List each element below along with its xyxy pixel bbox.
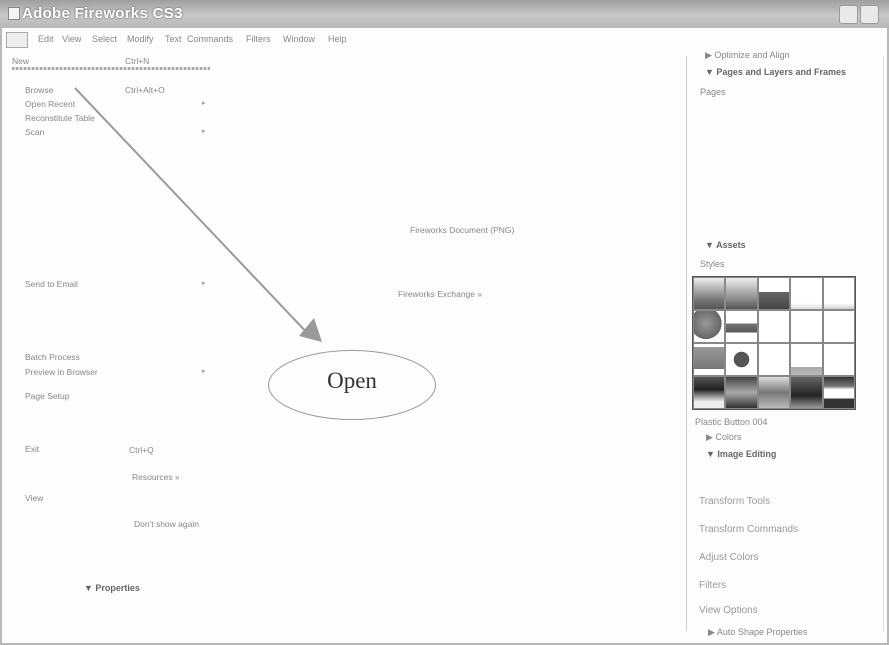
style-swatch[interactable] (822, 310, 855, 343)
style-swatch[interactable] (725, 310, 758, 343)
arrowhead-icon (299, 318, 322, 342)
style-swatch[interactable] (790, 343, 823, 376)
assets-panel-header[interactable]: ▼ Assets (705, 240, 746, 250)
style-swatch[interactable] (725, 343, 758, 376)
view-options-item[interactable]: View Options (699, 605, 758, 616)
style-swatch[interactable] (790, 376, 823, 409)
styles-grid (692, 276, 856, 410)
open-annotation-label: Open (327, 368, 377, 393)
style-swatch[interactable] (757, 277, 791, 310)
style-swatch[interactable] (757, 310, 791, 343)
colors-panel-header[interactable]: ▶ Colors (706, 432, 741, 443)
style-swatch[interactable] (790, 277, 823, 310)
style-swatch[interactable] (757, 376, 791, 409)
filters-item[interactable]: Filters (699, 580, 726, 591)
style-swatch[interactable] (725, 277, 758, 310)
selected-style-name: Plastic Button 004 (695, 417, 768, 427)
panel-divider (686, 56, 687, 631)
style-swatch[interactable] (790, 310, 823, 343)
pages-layers-frames-panel[interactable]: ▼ Pages and Layers and Frames (705, 67, 846, 77)
auto-shape-properties-panel[interactable]: ▶ Auto Shape Properties (708, 627, 807, 638)
adjust-colors-item[interactable]: Adjust Colors (699, 552, 758, 563)
styles-tab[interactable]: Styles (700, 259, 725, 269)
pages-tab[interactable]: Pages (700, 87, 726, 97)
transform-commands-item[interactable]: Transform Commands (699, 524, 798, 535)
style-swatch[interactable] (693, 376, 726, 409)
style-swatch[interactable] (693, 277, 726, 310)
style-swatch[interactable] (822, 343, 855, 376)
panel-edge (883, 56, 884, 631)
style-swatch[interactable] (693, 310, 726, 343)
style-swatch[interactable] (822, 277, 855, 310)
style-swatch[interactable] (822, 376, 855, 409)
style-swatch[interactable] (757, 343, 791, 376)
style-swatch[interactable] (725, 376, 758, 409)
optimize-align-panel[interactable]: ▶ Optimize and Align (705, 50, 789, 61)
style-swatch[interactable] (693, 343, 726, 376)
transform-tools-item[interactable]: Transform Tools (699, 496, 770, 507)
image-editing-panel-header[interactable]: ▼ Image Editing (706, 449, 776, 459)
